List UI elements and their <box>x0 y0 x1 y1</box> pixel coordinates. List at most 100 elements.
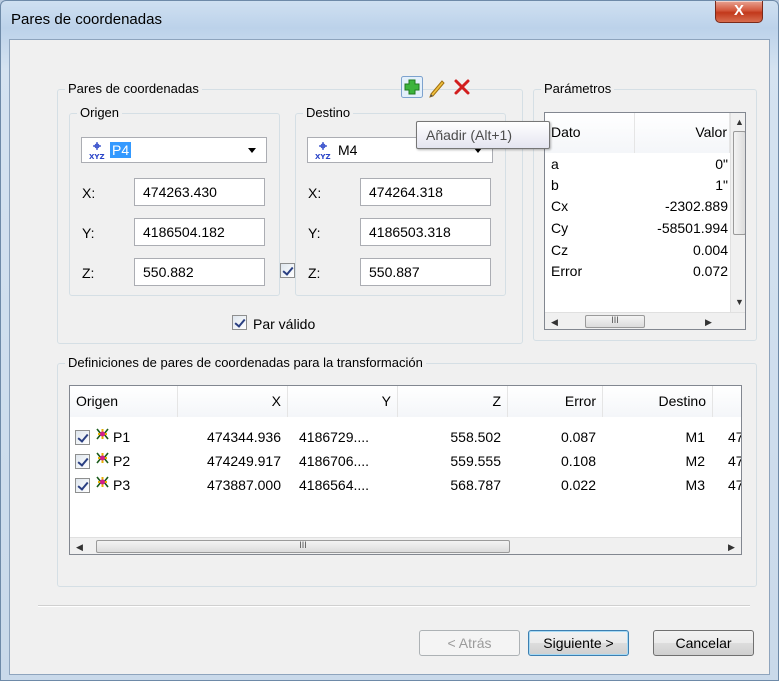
cell-x: 474344.936 <box>207 429 281 445</box>
row-checkbox[interactable] <box>75 430 90 445</box>
chevron-down-icon <box>248 148 256 153</box>
param-name: Error <box>551 263 583 279</box>
cell-z: 558.502 <box>450 429 501 445</box>
cell-y: 4186706.... <box>299 453 370 469</box>
point-icon <box>96 428 109 440</box>
param-value: 0" <box>715 156 728 172</box>
valid-pair-checkbox[interactable] <box>232 315 247 330</box>
scroll-right-arrow-icon[interactable]: ▶ <box>705 317 712 328</box>
scroll-grip: III <box>611 315 619 325</box>
param-name: Cy <box>551 220 569 236</box>
cell-extra: 47 <box>728 477 741 493</box>
params-vscrollbar[interactable]: ▲ ▼ <box>730 113 745 312</box>
cell-extra: 47 <box>728 429 741 445</box>
col-header-y[interactable]: Y <box>288 386 398 417</box>
point-icon <box>96 452 109 464</box>
dest-y-label: Y: <box>308 225 321 241</box>
table-row[interactable]: P3 473887.000 4186564.... 568.787 0.022 … <box>70 474 741 497</box>
params-vscroll-thumb[interactable] <box>733 131 745 235</box>
origin-title: Origen <box>77 105 123 121</box>
table-row[interactable]: P2 474249.917 4186706.... 559.555 0.108 … <box>70 450 741 473</box>
definitions-hscroll-thumb[interactable]: III <box>96 540 510 553</box>
dialog-client: Pares de coordenadas Origen P4 X: 474263… <box>9 39 770 675</box>
params-hscrollbar[interactable]: ◀ III ▶ <box>545 312 745 329</box>
cell-z: 559.555 <box>450 453 501 469</box>
col-header-z[interactable]: Z <box>398 386 508 417</box>
row-checkbox[interactable] <box>75 478 90 493</box>
params-row[interactable]: Error 0.072 <box>545 260 730 283</box>
col-header-extra[interactable] <box>713 386 741 417</box>
origin-point-value: P4 <box>110 142 132 158</box>
col-header-dest[interactable]: Destino <box>603 386 713 417</box>
point-icon <box>96 476 109 488</box>
dest-y-field[interactable]: 4186503.318 <box>360 218 491 246</box>
cell-origin: P2 <box>113 453 131 469</box>
scroll-down-arrow-icon[interactable]: ▼ <box>735 297 744 307</box>
next-button[interactable]: Siguiente > <box>528 630 629 656</box>
cell-dest: M2 <box>685 453 705 469</box>
edit-icon <box>429 80 445 98</box>
cell-y: 4186564.... <box>299 477 370 493</box>
definitions-title: Definiciones de pares de coordenadas par… <box>65 355 426 371</box>
dest-point-value: M4 <box>338 142 358 158</box>
scroll-left-arrow-icon[interactable]: ◀ <box>76 542 83 553</box>
definitions-list[interactable]: Origen X Y Z Error Destino P1 474344.936… <box>69 385 742 555</box>
params-title: Parámetros <box>541 81 615 97</box>
col-header-x[interactable]: X <box>178 386 288 417</box>
back-button[interactable]: < Atrás <box>419 630 520 656</box>
param-value: 0.004 <box>692 242 728 258</box>
cell-y: 4186729.... <box>299 429 370 445</box>
params-header-value[interactable]: Valor <box>635 113 730 153</box>
params-row[interactable]: Cy -58501.994 <box>545 217 730 240</box>
dest-z-field[interactable]: 550.887 <box>360 258 491 286</box>
cell-z: 568.787 <box>450 477 501 493</box>
dest-x-field[interactable]: 474264.318 <box>360 178 491 206</box>
scroll-right-arrow-icon[interactable]: ▶ <box>728 542 735 553</box>
cell-origin: P1 <box>113 429 131 445</box>
cell-x: 474249.917 <box>207 453 281 469</box>
scroll-left-arrow-icon[interactable]: ◀ <box>551 317 558 328</box>
title-bar[interactable]: Pares de coordenadas X <box>1 1 778 39</box>
params-row[interactable]: Cz 0.004 <box>545 239 730 262</box>
window-title: Pares de coordenadas <box>11 11 162 28</box>
param-value: -2302.889 <box>664 198 728 214</box>
dest-title: Destino <box>303 105 354 121</box>
col-header-error[interactable]: Error <box>508 386 603 417</box>
params-header-name[interactable]: Dato <box>545 113 635 153</box>
dest-x-label: X: <box>308 185 322 201</box>
col-header-origin[interactable]: Origen <box>70 386 178 417</box>
row-checkbox[interactable] <box>75 454 90 469</box>
add-pair-button[interactable] <box>401 76 423 98</box>
cell-error: 0.087 <box>560 429 596 445</box>
params-list[interactable]: Dato Valor a 0" b 1" Cx -2302.889 Cy -58… <box>544 112 746 330</box>
close-button[interactable]: X <box>715 1 763 23</box>
valid-pair-label[interactable]: Par válido <box>253 316 315 332</box>
definitions-hscrollbar[interactable]: ◀ III ▶ <box>70 537 741 554</box>
params-row[interactable]: b 1" <box>545 174 730 197</box>
params-row[interactable]: Cx -2302.889 <box>545 195 730 218</box>
params-hscroll-thumb[interactable]: III <box>585 315 645 328</box>
scroll-up-arrow-icon[interactable]: ▲ <box>735 117 744 127</box>
cancel-button[interactable]: Cancelar <box>653 630 754 656</box>
params-row[interactable]: a 0" <box>545 153 730 176</box>
cell-extra: 47 <box>728 453 741 469</box>
param-name: Cx <box>551 198 569 214</box>
dialog-window: Pares de coordenadas X Pares de coordena… <box>0 0 779 681</box>
origin-y-label: Y: <box>82 225 95 241</box>
edit-pair-button[interactable] <box>426 76 448 98</box>
origin-point-combo[interactable]: P4 <box>81 137 267 163</box>
origin-y-field[interactable]: 4186504.182 <box>134 218 265 246</box>
origin-z-field[interactable]: 550.882 <box>134 258 265 286</box>
param-value: -58501.994 <box>657 220 728 236</box>
add-tooltip: Añadir (Alt+1) <box>416 121 550 149</box>
cell-dest: M3 <box>685 477 705 493</box>
z-link-checkbox[interactable] <box>280 263 295 278</box>
pairs-group-title: Pares de coordenadas <box>65 81 202 97</box>
table-row[interactable]: P1 474344.936 4186729.... 558.502 0.087 … <box>70 426 741 449</box>
origin-x-label: X: <box>82 185 96 201</box>
delete-pair-button[interactable] <box>451 76 473 98</box>
origin-x-field[interactable]: 474263.430 <box>134 178 265 206</box>
xyz-point-icon <box>314 142 332 160</box>
param-name: Cz <box>551 242 569 258</box>
scroll-grip: III <box>299 540 307 550</box>
